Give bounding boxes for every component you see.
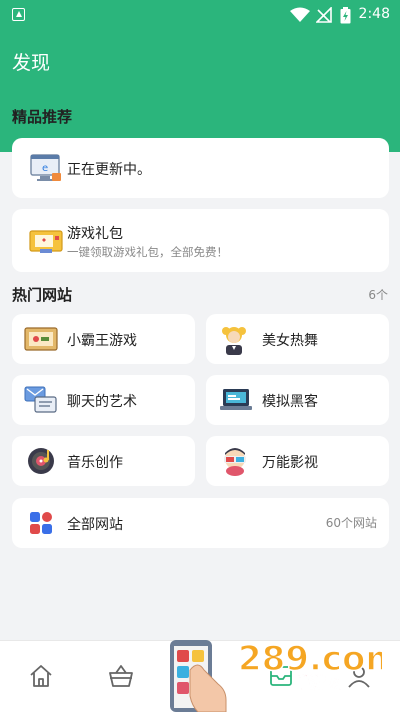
gift-box-icon: [29, 230, 63, 253]
featured-item-label: 正在更新中。: [67, 162, 151, 178]
home-icon[interactable]: [28, 663, 54, 689]
site-label: 模拟黑客: [262, 394, 318, 410]
featured-section-title: 精品推荐: [12, 108, 73, 126]
header-background: [0, 30, 400, 152]
featured-card-updating[interactable]: e 正在更新中。: [12, 138, 389, 198]
vinyl-record-icon: [28, 448, 54, 474]
basket-icon[interactable]: [108, 663, 134, 689]
site-card-hacker[interactable]: 模拟黑客: [206, 375, 389, 425]
hot-sites-count: 6个: [368, 288, 388, 302]
apps-grid-icon: [30, 512, 52, 534]
no-signal-icon: [316, 7, 332, 23]
game-gift-label: 游戏礼包: [67, 226, 123, 242]
notification-app-icon: [12, 8, 25, 21]
site-watermark-logo: 289.com 手游网: [237, 638, 382, 692]
game-gift-subtitle: 一键领取游戏礼包，全部免费！: [67, 245, 228, 259]
watermark-subtext: 手游网: [294, 673, 342, 692]
featured-card-game-gift[interactable]: 游戏礼包 一键领取游戏礼包，全部免费！: [12, 209, 389, 272]
site-label: 音乐创作: [67, 455, 123, 471]
site-card-movies[interactable]: 万能影视: [206, 436, 389, 486]
site-card-dance[interactable]: 美女热舞: [206, 314, 389, 364]
site-label: 美女热舞: [262, 333, 318, 349]
wifi-icon: [290, 7, 310, 22]
girl-avatar-icon: [222, 327, 246, 355]
hot-sites-title: 热门网站: [12, 286, 73, 304]
browser-icon: e: [30, 154, 61, 181]
page-title: 发现: [12, 52, 51, 74]
3d-glasses-icon: [224, 448, 246, 476]
hand-phone-icon: [170, 640, 227, 712]
status-bar: 2:48: [0, 0, 400, 30]
site-label: 聊天的艺术: [67, 394, 137, 410]
site-card-xiaobawang[interactable]: 小霸王游戏: [12, 314, 195, 364]
all-sites-count: 60个网站: [325, 516, 377, 530]
chat-bubbles-icon: [24, 386, 57, 413]
site-card-music[interactable]: 音乐创作: [12, 436, 195, 486]
site-label: 小霸王游戏: [67, 333, 137, 349]
all-sites-label: 全部网站: [67, 517, 123, 533]
all-sites-card[interactable]: 全部网站 60个网站: [12, 498, 389, 548]
game-cartridge-icon: [24, 327, 58, 351]
svg-text:e: e: [42, 163, 48, 174]
site-card-chat-art[interactable]: 聊天的艺术: [12, 375, 195, 425]
laptop-icon: [220, 389, 252, 410]
battery-charging-icon: [340, 7, 351, 24]
site-label: 万能影视: [262, 455, 318, 471]
status-time: 2:48: [358, 6, 390, 22]
